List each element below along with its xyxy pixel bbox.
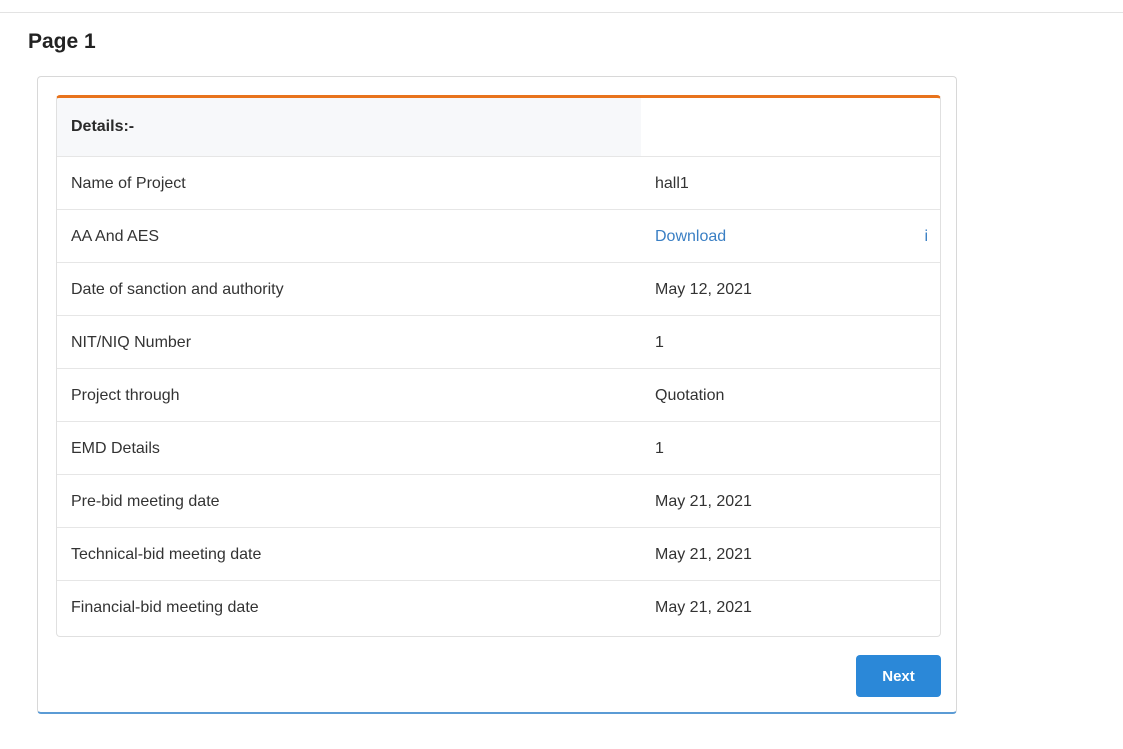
download-link[interactable]: Download [655,210,726,263]
table-row-financial-bid-date: Financial-bid meeting date May 21, 2021 [57,581,940,634]
details-header: Details:- [57,98,641,156]
row-label: Financial-bid meeting date [71,599,259,616]
table-row-aa-aes: AA And AES Download i [57,210,940,263]
table-row-technical-bid-date: Technical-bid meeting date May 21, 2021 [57,528,940,581]
table-row-project-through: Project through Quotation [57,369,940,422]
details-table: Details:- Name of Project hall1 AA And A… [56,95,941,637]
row-value: May 12, 2021 [655,281,752,298]
page-title: Page 1 [28,30,96,53]
row-label: Name of Project [71,175,186,192]
row-value: 1 [655,334,664,351]
row-label: Technical-bid meeting date [71,546,262,563]
row-value: May 21, 2021 [655,546,752,563]
table-row-pre-bid-date: Pre-bid meeting date May 21, 2021 [57,475,940,528]
table-row-emd-details: EMD Details 1 [57,422,940,475]
row-value: 1 [655,440,664,457]
row-label: AA And AES [71,228,160,245]
row-label: NIT/NIQ Number [71,334,192,351]
next-button[interactable]: Next [856,655,941,697]
row-value: hall1 [655,175,689,192]
row-label: Pre-bid meeting date [71,493,220,510]
row-value: Quotation [655,387,725,404]
table-row-sanction-date: Date of sanction and authority May 12, 2… [57,263,940,316]
details-header-row: Details:- [57,98,940,157]
row-label: EMD Details [71,440,160,457]
info-icon[interactable]: i [924,210,928,263]
row-label: Date of sanction and authority [71,281,284,298]
details-panel: Details:- Name of Project hall1 AA And A… [37,76,957,714]
table-row-nit-niq: NIT/NIQ Number 1 [57,316,940,369]
table-row-project-name: Name of Project hall1 [57,157,940,210]
row-value: May 21, 2021 [655,599,752,616]
row-value: May 21, 2021 [655,493,752,510]
row-label: Project through [71,387,180,404]
top-divider [0,12,1123,13]
